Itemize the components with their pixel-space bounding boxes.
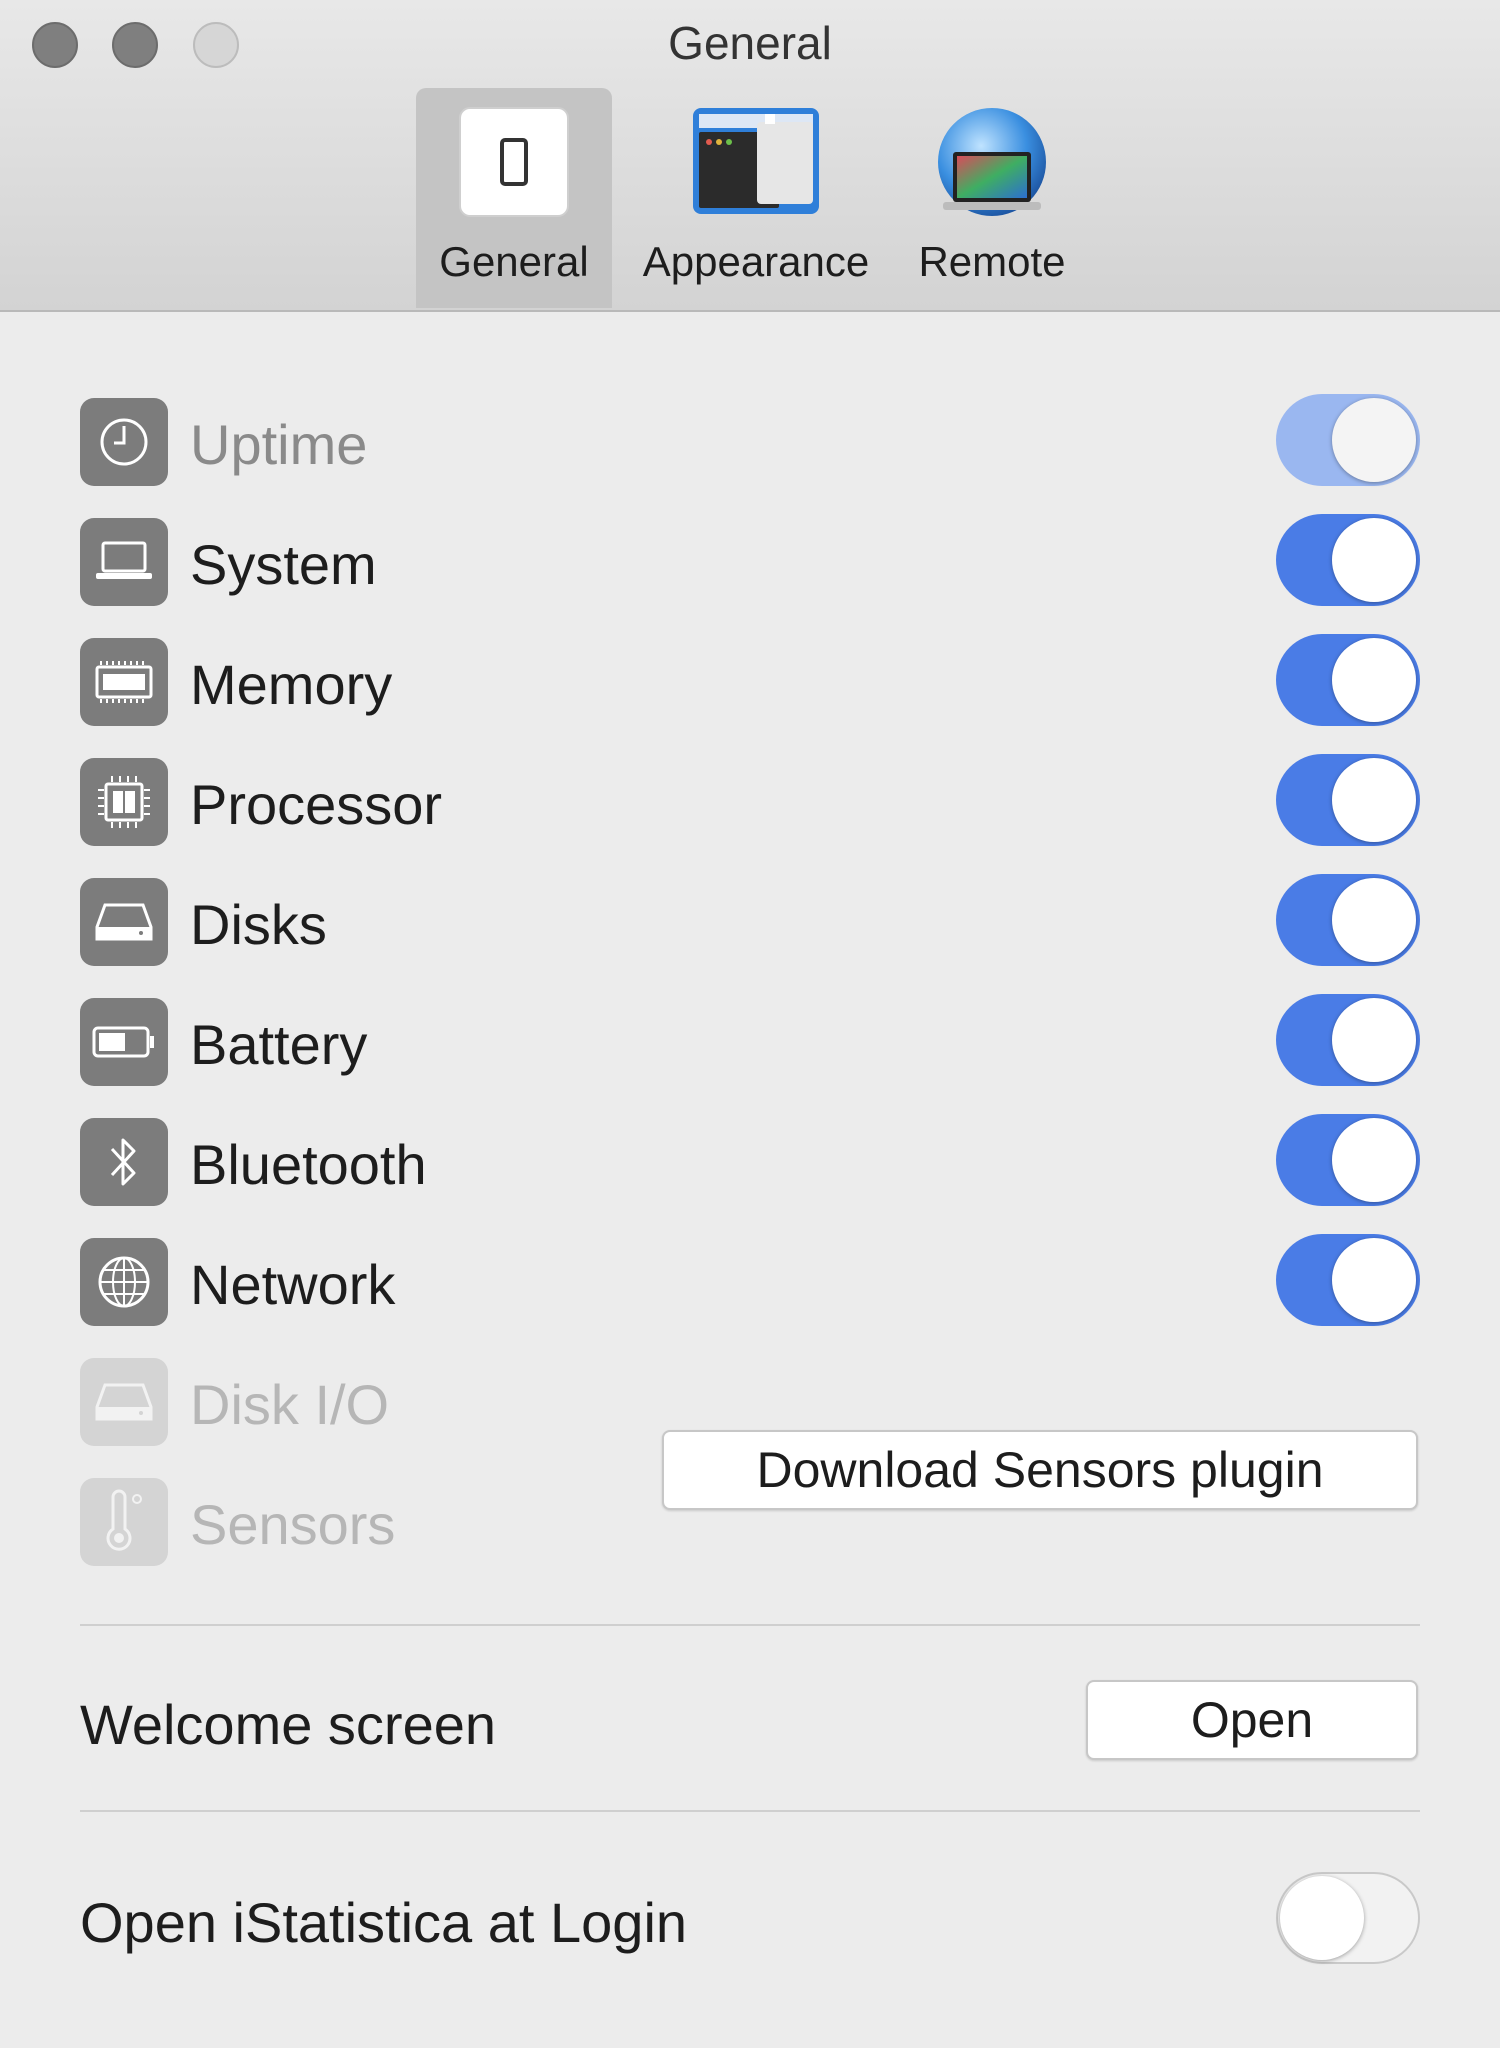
clock-icon xyxy=(80,398,168,486)
battery-icon xyxy=(80,998,168,1086)
module-label: Network xyxy=(190,1253,396,1316)
module-label: Battery xyxy=(190,1013,368,1076)
toggle-knob xyxy=(1332,878,1416,962)
toggle-knob xyxy=(1332,518,1416,602)
module-row-uptime: Uptime xyxy=(80,394,1420,488)
tab-label: General xyxy=(439,238,589,285)
memory-icon xyxy=(80,638,168,726)
tab-label: Remote xyxy=(918,238,1066,285)
toggle-knob xyxy=(1332,398,1416,482)
window-title: General xyxy=(668,17,832,69)
module-row-memory: Memory xyxy=(80,634,1420,728)
toolbar: General General Appearance Remote xyxy=(0,0,1500,312)
module-row-system: System xyxy=(80,514,1420,608)
globe-laptop-icon xyxy=(931,106,1053,223)
globe-icon xyxy=(80,1238,168,1326)
network-toggle[interactable] xyxy=(1276,1234,1420,1326)
toggle-knob xyxy=(1332,1118,1416,1202)
window-icon xyxy=(691,106,821,223)
disk-icon xyxy=(80,878,168,966)
open-at-login-toggle[interactable] xyxy=(1276,1872,1420,1964)
processor-icon xyxy=(80,758,168,846)
system-toggle[interactable] xyxy=(1276,514,1420,606)
toggle-knob xyxy=(1332,758,1416,842)
processor-toggle[interactable] xyxy=(1276,754,1420,846)
divider xyxy=(80,1810,1420,1812)
module-label: Uptime xyxy=(190,413,368,476)
divider xyxy=(80,1624,1420,1626)
module-label: Disks xyxy=(190,893,327,956)
module-row-network: Network xyxy=(80,1234,1420,1328)
module-row-disks: Disks xyxy=(80,874,1420,968)
toggle-knob xyxy=(1332,638,1416,722)
toggle-knob xyxy=(1280,1876,1364,1960)
tab-label: Appearance xyxy=(642,238,870,285)
download-sensors-plugin-button[interactable]: Download Sensors plugin xyxy=(662,1430,1418,1510)
module-row-processor: Processor xyxy=(80,754,1420,848)
preferences-window: General General Appearance Remote Uptime… xyxy=(0,0,1500,2048)
battery-toggle[interactable] xyxy=(1276,994,1420,1086)
module-label: Disk I/O xyxy=(190,1373,390,1436)
thermometer-icon xyxy=(80,1478,168,1566)
open-welcome-screen-button[interactable]: Open xyxy=(1086,1680,1418,1760)
tab-appearance[interactable]: Appearance xyxy=(626,88,886,308)
tab-remote[interactable]: Remote xyxy=(900,88,1084,308)
module-row-bluetooth: Bluetooth xyxy=(80,1114,1420,1208)
toggle-knob xyxy=(1332,1238,1416,1322)
module-row-battery: Battery xyxy=(80,994,1420,1088)
bluetooth-icon xyxy=(80,1118,168,1206)
toggle-knob xyxy=(1332,998,1416,1082)
bluetooth-toggle[interactable] xyxy=(1276,1114,1420,1206)
disks-toggle[interactable] xyxy=(1276,874,1420,966)
module-label: Processor xyxy=(190,773,443,836)
module-label: Memory xyxy=(190,653,393,716)
switch-icon xyxy=(458,106,570,223)
module-label: Sensors xyxy=(190,1493,396,1556)
module-label: Bluetooth xyxy=(190,1133,427,1196)
module-label: System xyxy=(190,533,377,596)
tab-general[interactable]: General xyxy=(416,88,612,308)
welcome-screen-label: Welcome screen xyxy=(80,1693,497,1756)
open-at-login-label: Open iStatistica at Login xyxy=(80,1891,688,1954)
uptime-toggle[interactable] xyxy=(1276,394,1420,486)
laptop-icon xyxy=(80,518,168,606)
memory-toggle[interactable] xyxy=(1276,634,1420,726)
disk-icon xyxy=(80,1358,168,1446)
